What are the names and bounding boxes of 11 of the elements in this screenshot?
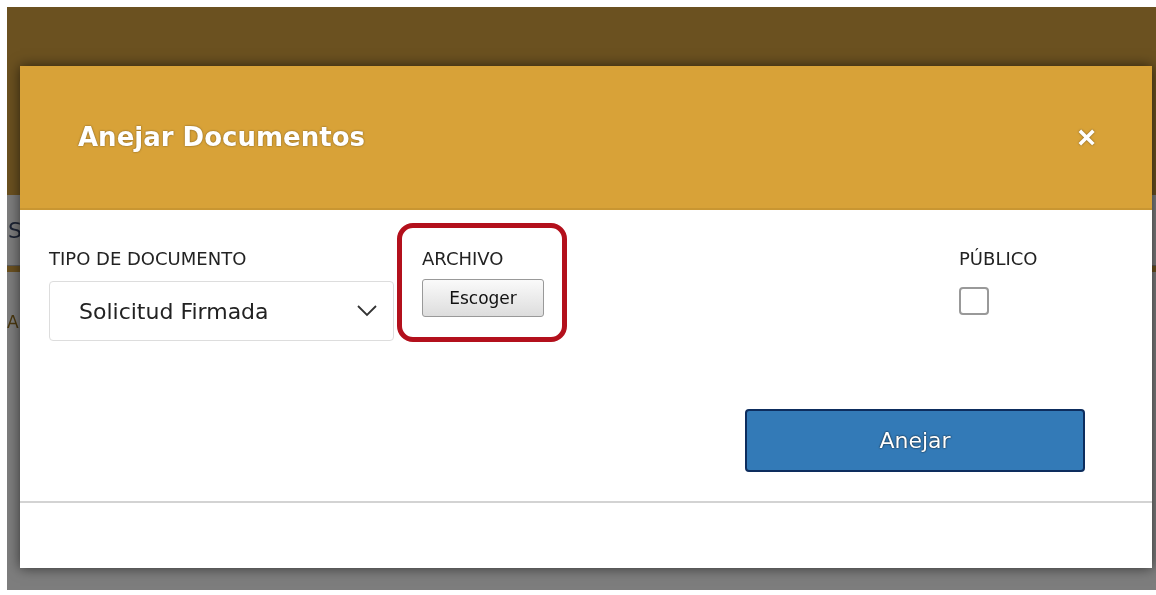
dialog-title: Anejar Documentos: [78, 122, 365, 152]
background-text: A: [7, 312, 19, 332]
field-label: ARCHIVO: [422, 248, 505, 269]
background-text: S: [8, 217, 22, 243]
field-label: PÚBLICO: [959, 248, 1038, 269]
chevron-icon: [357, 305, 377, 317]
attach-button[interactable]: Anejar: [745, 409, 1085, 472]
field-label: TIPO DE DOCUMENTO: [49, 248, 248, 269]
choose-file-button[interactable]: Escoger: [422, 279, 544, 317]
document-type-select[interactable]: Solicitud Firmada: [49, 281, 394, 341]
public-checkbox[interactable]: [959, 287, 989, 315]
